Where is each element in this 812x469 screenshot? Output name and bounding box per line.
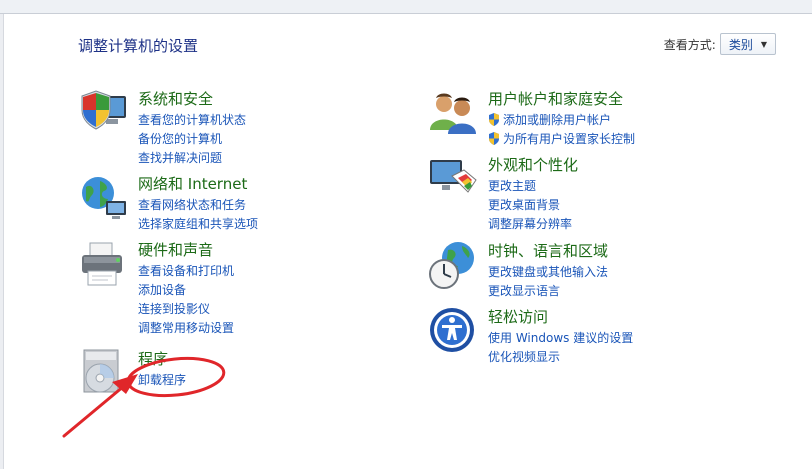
link-optimize-visual-display[interactable]: 优化视频显示 — [488, 348, 633, 367]
link-mobility-settings[interactable]: 调整常用移动设置 — [138, 319, 234, 338]
category-ease-of-access: 轻松访问 使用 Windows 建议的设置 优化视频显示 — [428, 306, 758, 366]
window-left-edge — [0, 14, 4, 469]
ease-of-access-icon — [430, 308, 474, 352]
link-label: 添加或删除用户帐户 — [503, 113, 612, 127]
link-change-theme[interactable]: 更改主题 — [488, 177, 572, 196]
link-find-fix-problems[interactable]: 查找并解决问题 — [138, 149, 246, 168]
category-title[interactable]: 硬件和声音 — [138, 239, 213, 260]
category-appearance: 外观和个性化 更改主题 更改桌面背景 调整屏幕分辨率 — [428, 154, 758, 234]
link-add-remove-accounts[interactable]: 添加或删除用户帐户 — [488, 111, 635, 130]
view-by-label: 查看方式: — [663, 37, 716, 52]
category-title[interactable]: 外观和个性化 — [488, 154, 578, 175]
users-icon — [430, 93, 476, 134]
link-change-input-method[interactable]: 更改键盘或其他输入法 — [488, 263, 608, 282]
link-add-device[interactable]: 添加设备 — [138, 281, 234, 300]
chevron-down-icon: ▼ — [760, 39, 767, 49]
category-system-security: 系统和安全 查看您的计算机状态 备份您的计算机 查找并解决问题 — [78, 88, 378, 168]
category-user-accounts: 用户帐户和家庭安全 添加或删除用户帐户 为所有用户设置家长控制 — [428, 88, 758, 148]
category-clock-language-region: 时钟、语言和区域 更改键盘或其他输入法 更改显示语言 — [428, 240, 758, 300]
uac-shield-icon — [489, 132, 499, 145]
category-programs: 程序 卸载程序 — [78, 348, 378, 398]
link-homegroup-sharing[interactable]: 选择家庭组和共享选项 — [138, 215, 258, 234]
printer-icon — [82, 242, 122, 286]
network-globe-icon — [82, 177, 126, 219]
link-parental-controls[interactable]: 为所有用户设置家长控制 — [488, 130, 635, 149]
link-backup-computer[interactable]: 备份您的计算机 — [138, 130, 246, 149]
category-network-internet: 网络和 Internet 查看网络状态和任务 选择家庭组和共享选项 — [78, 173, 378, 233]
link-uninstall-program[interactable]: 卸载程序 — [138, 371, 186, 390]
view-by-area: 查看方式: 类别 ▼ — [664, 33, 776, 55]
programs-disc-icon — [83, 349, 119, 393]
clock-globe-icon — [429, 242, 474, 289]
link-view-network-status[interactable]: 查看网络状态和任务 — [138, 196, 258, 215]
link-screen-resolution[interactable]: 调整屏幕分辨率 — [488, 215, 572, 234]
link-recommended-settings[interactable]: 使用 Windows 建议的设置 — [488, 329, 633, 348]
window-top-strip — [0, 0, 812, 14]
link-change-background[interactable]: 更改桌面背景 — [488, 196, 572, 215]
uac-shield-icon — [489, 113, 499, 126]
category-hardware-sound: 硬件和声音 查看设备和打印机 添加设备 连接到投影仪 调整常用移动设置 — [78, 239, 378, 339]
view-by-dropdown[interactable]: 类别 ▼ — [719, 33, 776, 55]
category-title[interactable]: 网络和 Internet — [138, 173, 247, 194]
category-title[interactable]: 时钟、语言和区域 — [488, 240, 608, 261]
link-connect-projector[interactable]: 连接到投影仪 — [138, 300, 234, 319]
link-devices-printers[interactable]: 查看设备和打印机 — [138, 262, 234, 281]
appearance-monitor-icon — [430, 160, 477, 193]
category-title[interactable]: 程序 — [138, 348, 168, 369]
view-by-value: 类别 — [728, 37, 753, 52]
page-title: 调整计算机的设置 — [78, 37, 199, 55]
category-title[interactable]: 系统和安全 — [138, 88, 213, 109]
category-title[interactable]: 轻松访问 — [488, 306, 548, 327]
link-view-computer-status[interactable]: 查看您的计算机状态 — [138, 111, 246, 130]
category-title[interactable]: 用户帐户和家庭安全 — [488, 88, 623, 109]
shield-computer-icon — [81, 90, 126, 130]
link-label: 为所有用户设置家长控制 — [503, 132, 636, 146]
link-change-display-language[interactable]: 更改显示语言 — [488, 282, 608, 301]
